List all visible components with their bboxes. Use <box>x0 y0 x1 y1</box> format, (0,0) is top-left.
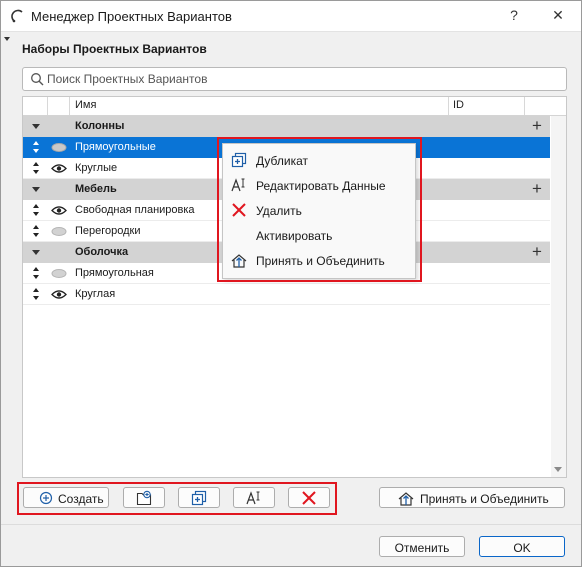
group-row-columns[interactable]: Колонны + <box>23 116 550 137</box>
add-option-button[interactable]: + <box>532 243 542 261</box>
eye-icon[interactable] <box>51 289 67 300</box>
window-title: Менеджер Проектных Вариантов <box>31 9 232 24</box>
option-label: Круглые <box>75 162 118 174</box>
menu-item-label: Дубликат <box>256 154 308 168</box>
eye-icon[interactable] <box>51 163 67 174</box>
reorder-icon[interactable] <box>32 140 40 154</box>
table-header: Имя ID <box>23 97 566 116</box>
menu-item-delete[interactable]: Удалить <box>223 198 415 222</box>
footer-divider <box>1 524 581 525</box>
option-row[interactable]: Круглая <box>23 284 550 305</box>
menu-item-edit-data[interactable]: Редактировать Данные <box>223 173 415 197</box>
duplicate-button[interactable] <box>178 487 220 508</box>
delete-x-icon <box>302 491 316 505</box>
group-label: Оболочка <box>75 246 129 258</box>
column-header-name[interactable]: Имя <box>75 99 96 111</box>
option-label: Свободная планировка <box>75 204 195 216</box>
menu-item-label: Принять и Объединить <box>256 254 385 268</box>
cancel-label: Отменить <box>394 541 450 555</box>
eye-icon[interactable] <box>51 205 67 216</box>
group-label: Мебель <box>75 183 117 195</box>
group-collapse-arrow-icon[interactable] <box>32 187 40 192</box>
accept-merge-icon <box>231 254 247 268</box>
column-divider <box>448 97 449 115</box>
duplicate-icon <box>231 152 247 168</box>
edit-data-icon <box>231 178 245 192</box>
edit-data-button[interactable] <box>233 487 275 508</box>
menu-item-activate[interactable]: Активировать <box>223 223 415 247</box>
reorder-icon[interactable] <box>32 266 40 280</box>
help-button[interactable]: ? <box>504 7 524 25</box>
design-options-manager-dialog: Менеджер Проектных Вариантов ? ✕ Наборы … <box>0 0 582 567</box>
accept-merge-button[interactable]: Принять и Объединить <box>379 487 565 508</box>
new-folder-icon <box>136 490 152 506</box>
column-divider <box>47 97 48 115</box>
ok-button[interactable]: OK <box>479 536 565 557</box>
menu-item-label: Редактировать Данные <box>256 179 386 193</box>
create-label: Создать <box>58 492 104 506</box>
accept-merge-icon <box>398 492 414 506</box>
reorder-icon[interactable] <box>32 287 40 301</box>
delete-button[interactable] <box>288 487 330 508</box>
menu-item-duplicate[interactable]: Дубликат <box>223 148 415 172</box>
hidden-eye-icon[interactable] <box>51 226 67 237</box>
option-label: Прямоугольная <box>75 267 154 279</box>
search-field[interactable] <box>22 67 567 91</box>
scroll-down-arrow-icon[interactable] <box>554 467 562 472</box>
hidden-eye-icon[interactable] <box>51 142 67 153</box>
group-collapse-arrow-icon[interactable] <box>32 124 40 129</box>
vertical-scrollbar[interactable] <box>551 116 566 477</box>
context-menu: Дубликат Редактировать Данные Удалить Ак… <box>222 143 416 279</box>
delete-x-icon <box>232 203 246 217</box>
column-divider <box>69 97 70 115</box>
accept-merge-label: Принять и Объединить <box>420 492 549 506</box>
option-label: Прямоугольные <box>75 141 156 153</box>
cancel-button[interactable]: Отменить <box>379 536 465 557</box>
duplicate-icon <box>191 490 207 506</box>
menu-item-label: Активировать <box>256 229 333 243</box>
title-bar: Менеджер Проектных Вариантов ? ✕ <box>1 1 581 32</box>
reorder-icon[interactable] <box>32 161 40 175</box>
edit-data-icon <box>246 491 260 505</box>
column-divider <box>524 97 525 115</box>
reorder-icon[interactable] <box>32 203 40 217</box>
menu-item-label: Удалить <box>256 204 302 218</box>
hidden-eye-icon[interactable] <box>51 268 67 279</box>
search-input[interactable] <box>45 70 559 88</box>
add-circle-icon <box>39 491 53 505</box>
ok-label: OK <box>513 541 531 555</box>
menu-item-accept-merge[interactable]: Принять и Объединить <box>223 248 415 272</box>
app-icon <box>11 9 23 23</box>
group-label: Колонны <box>75 120 125 132</box>
new-set-button[interactable] <box>123 487 165 508</box>
collapse-arrow-icon[interactable] <box>4 37 10 41</box>
create-button[interactable]: Создать <box>23 487 109 508</box>
add-option-button[interactable]: + <box>532 117 542 135</box>
section-title: Наборы Проектных Вариантов <box>22 42 207 56</box>
reorder-icon[interactable] <box>32 224 40 238</box>
group-collapse-arrow-icon[interactable] <box>32 250 40 255</box>
close-button[interactable]: ✕ <box>548 7 568 25</box>
search-icon <box>31 73 44 86</box>
option-label: Круглая <box>75 288 116 300</box>
column-header-id[interactable]: ID <box>453 99 464 111</box>
option-label: Перегородки <box>75 225 141 237</box>
add-option-button[interactable]: + <box>532 180 542 198</box>
